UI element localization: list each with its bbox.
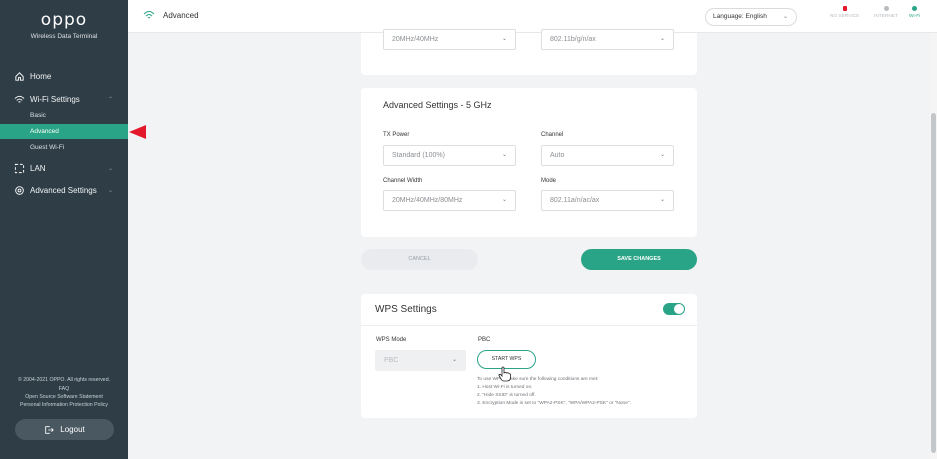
card-title: WPS Settings: [375, 304, 437, 315]
select-value: 802.11a/n/ac/ax: [550, 197, 600, 204]
scrollbar-thumb[interactable]: [931, 113, 936, 453]
sidebar-item-advanced-settings[interactable]: Advanced Settings ⌄: [14, 185, 113, 196]
channel-width-select[interactable]: 20MHz/40MHz/80MHz ⌄: [383, 190, 516, 211]
internet-dot-icon: [883, 6, 889, 11]
gear-icon: [15, 186, 24, 195]
wps-note-line: 3. Encryption Mode is set to "WPA2-PSK",…: [477, 401, 631, 406]
wps-card-divider: [361, 325, 697, 326]
bandwidth-24ghz-select[interactable]: 20MHz/40MHz ⌄: [383, 29, 516, 50]
select-value: 20MHz/40MHz: [392, 36, 439, 43]
top-header: Advanced Language: English ⌄ NO SERVICE …: [128, 0, 937, 33]
status-wifi: Wi-Fi: [909, 6, 920, 19]
chevron-down-icon: ⌄: [659, 197, 665, 203]
brand-logo: oppo: [40, 10, 88, 30]
advanced-settings-5ghz-card: Advanced Settings - 5 GHz TX Power Stand…: [361, 88, 697, 237]
chevron-down-icon: ⌄: [108, 188, 114, 194]
copyright-text: © 2004-2021 OPPO. All rights reserved.: [17, 377, 111, 383]
select-value: Auto: [550, 152, 565, 159]
chevron-down-icon: ⌄: [659, 152, 665, 158]
wps-toggle[interactable]: [663, 303, 685, 315]
sidebar-item-wifi-settings[interactable]: Wi-Fi Settings ⌃: [14, 94, 113, 105]
card-title: Advanced Settings - 5 GHz: [383, 100, 492, 110]
page-scrollbar[interactable]: [930, 33, 937, 459]
status-no-service: NO SERVICE: [830, 6, 860, 19]
mode-label: Mode: [541, 178, 557, 184]
page-title: Advanced: [163, 11, 199, 20]
sidebar: oppo Wireless Data Terminal Home Wi-Fi S…: [0, 0, 128, 459]
language-label: Language:: [713, 13, 744, 20]
wifi-icon: [14, 95, 25, 103]
wifi-icon: [143, 11, 155, 19]
sidebar-item-guest-wifi[interactable]: Guest Wi-Fi: [0, 140, 128, 155]
chevron-down-icon: ⌄: [659, 36, 665, 42]
brand-subtitle: Wireless Data Terminal: [30, 33, 98, 40]
channel-width-label: Channel Width: [383, 178, 423, 184]
save-changes-button[interactable]: SAVE CHANGES: [581, 249, 697, 270]
chevron-up-icon: ⌃: [108, 97, 114, 103]
sidebar-item-basic[interactable]: Basic: [0, 108, 128, 123]
status-label: Wi-Fi: [909, 14, 921, 19]
logout-icon: [45, 425, 55, 434]
chevron-down-icon: ⌄: [782, 14, 788, 20]
sidebar-item-label: Home: [30, 72, 52, 81]
advanced-settings-24ghz-card: 20MHz/40MHz ⌄ 802.11b/g/n/ax ⌄: [361, 29, 697, 75]
wps-note-line: To use WPS, make sure the following cond…: [477, 377, 599, 382]
language-value: English: [745, 13, 767, 20]
chevron-down-icon: ⌄: [451, 357, 457, 363]
sidebar-item-home[interactable]: Home: [14, 71, 51, 82]
signal-icon: [842, 6, 847, 11]
wps-note-line: 2. "Hide SSID" is turned off.: [477, 393, 536, 398]
lan-icon: [14, 163, 25, 174]
chevron-down-icon: ⌄: [501, 36, 507, 42]
sidebar-item-label: LAN: [30, 164, 46, 173]
mode-24ghz-select[interactable]: 802.11b/g/n/ax ⌄: [541, 29, 674, 50]
language-select[interactable]: Language: English ⌄: [705, 8, 797, 26]
privacy-policy-link[interactable]: Personal Information Protection Policy: [0, 401, 128, 410]
channel-select[interactable]: Auto ⌄: [541, 145, 674, 166]
select-value: PBC: [384, 357, 399, 364]
wps-mode-label: WPS Mode: [376, 337, 407, 343]
sidebar-item-label: Advanced Settings: [30, 186, 97, 195]
tx-power-select[interactable]: Standard (100%) ⌄: [383, 145, 516, 166]
select-value: Standard (100%): [392, 152, 445, 159]
status-label: INTERNET: [874, 14, 898, 19]
home-icon: [15, 72, 24, 81]
mode-select[interactable]: 802.11a/n/ac/ax ⌄: [541, 190, 674, 211]
pbc-label: PBC: [478, 337, 491, 343]
wps-mode-select: PBC ⌄: [375, 350, 466, 371]
channel-label: Channel: [541, 132, 564, 138]
sidebar-item-label: Wi-Fi Settings: [30, 95, 80, 104]
hand-cursor-icon: [498, 366, 511, 382]
logout-label: Logout: [60, 425, 85, 434]
select-value: 802.11b/g/n/ax: [550, 36, 596, 43]
wifi-dot-icon: [912, 6, 918, 11]
wps-note-line: 1. Host Wi-Fi is turned on.: [477, 385, 533, 390]
sidebar-item-lan[interactable]: LAN ⌄: [14, 163, 113, 174]
sidebar-item-advanced[interactable]: Advanced: [0, 124, 128, 139]
tx-power-label: TX Power: [383, 132, 410, 138]
chevron-down-icon: ⌄: [501, 197, 507, 203]
select-value: 20MHz/40MHz/80MHz: [392, 197, 463, 204]
status-label: NO SERVICE: [830, 14, 860, 19]
logout-button[interactable]: Logout: [15, 419, 114, 440]
cancel-button[interactable]: CANCEL: [361, 249, 478, 270]
chevron-down-icon: ⌄: [501, 152, 507, 158]
status-internet: INTERNET: [874, 6, 898, 19]
red-pointer-arrow: [129, 125, 146, 139]
chevron-down-icon: ⌄: [108, 166, 114, 172]
